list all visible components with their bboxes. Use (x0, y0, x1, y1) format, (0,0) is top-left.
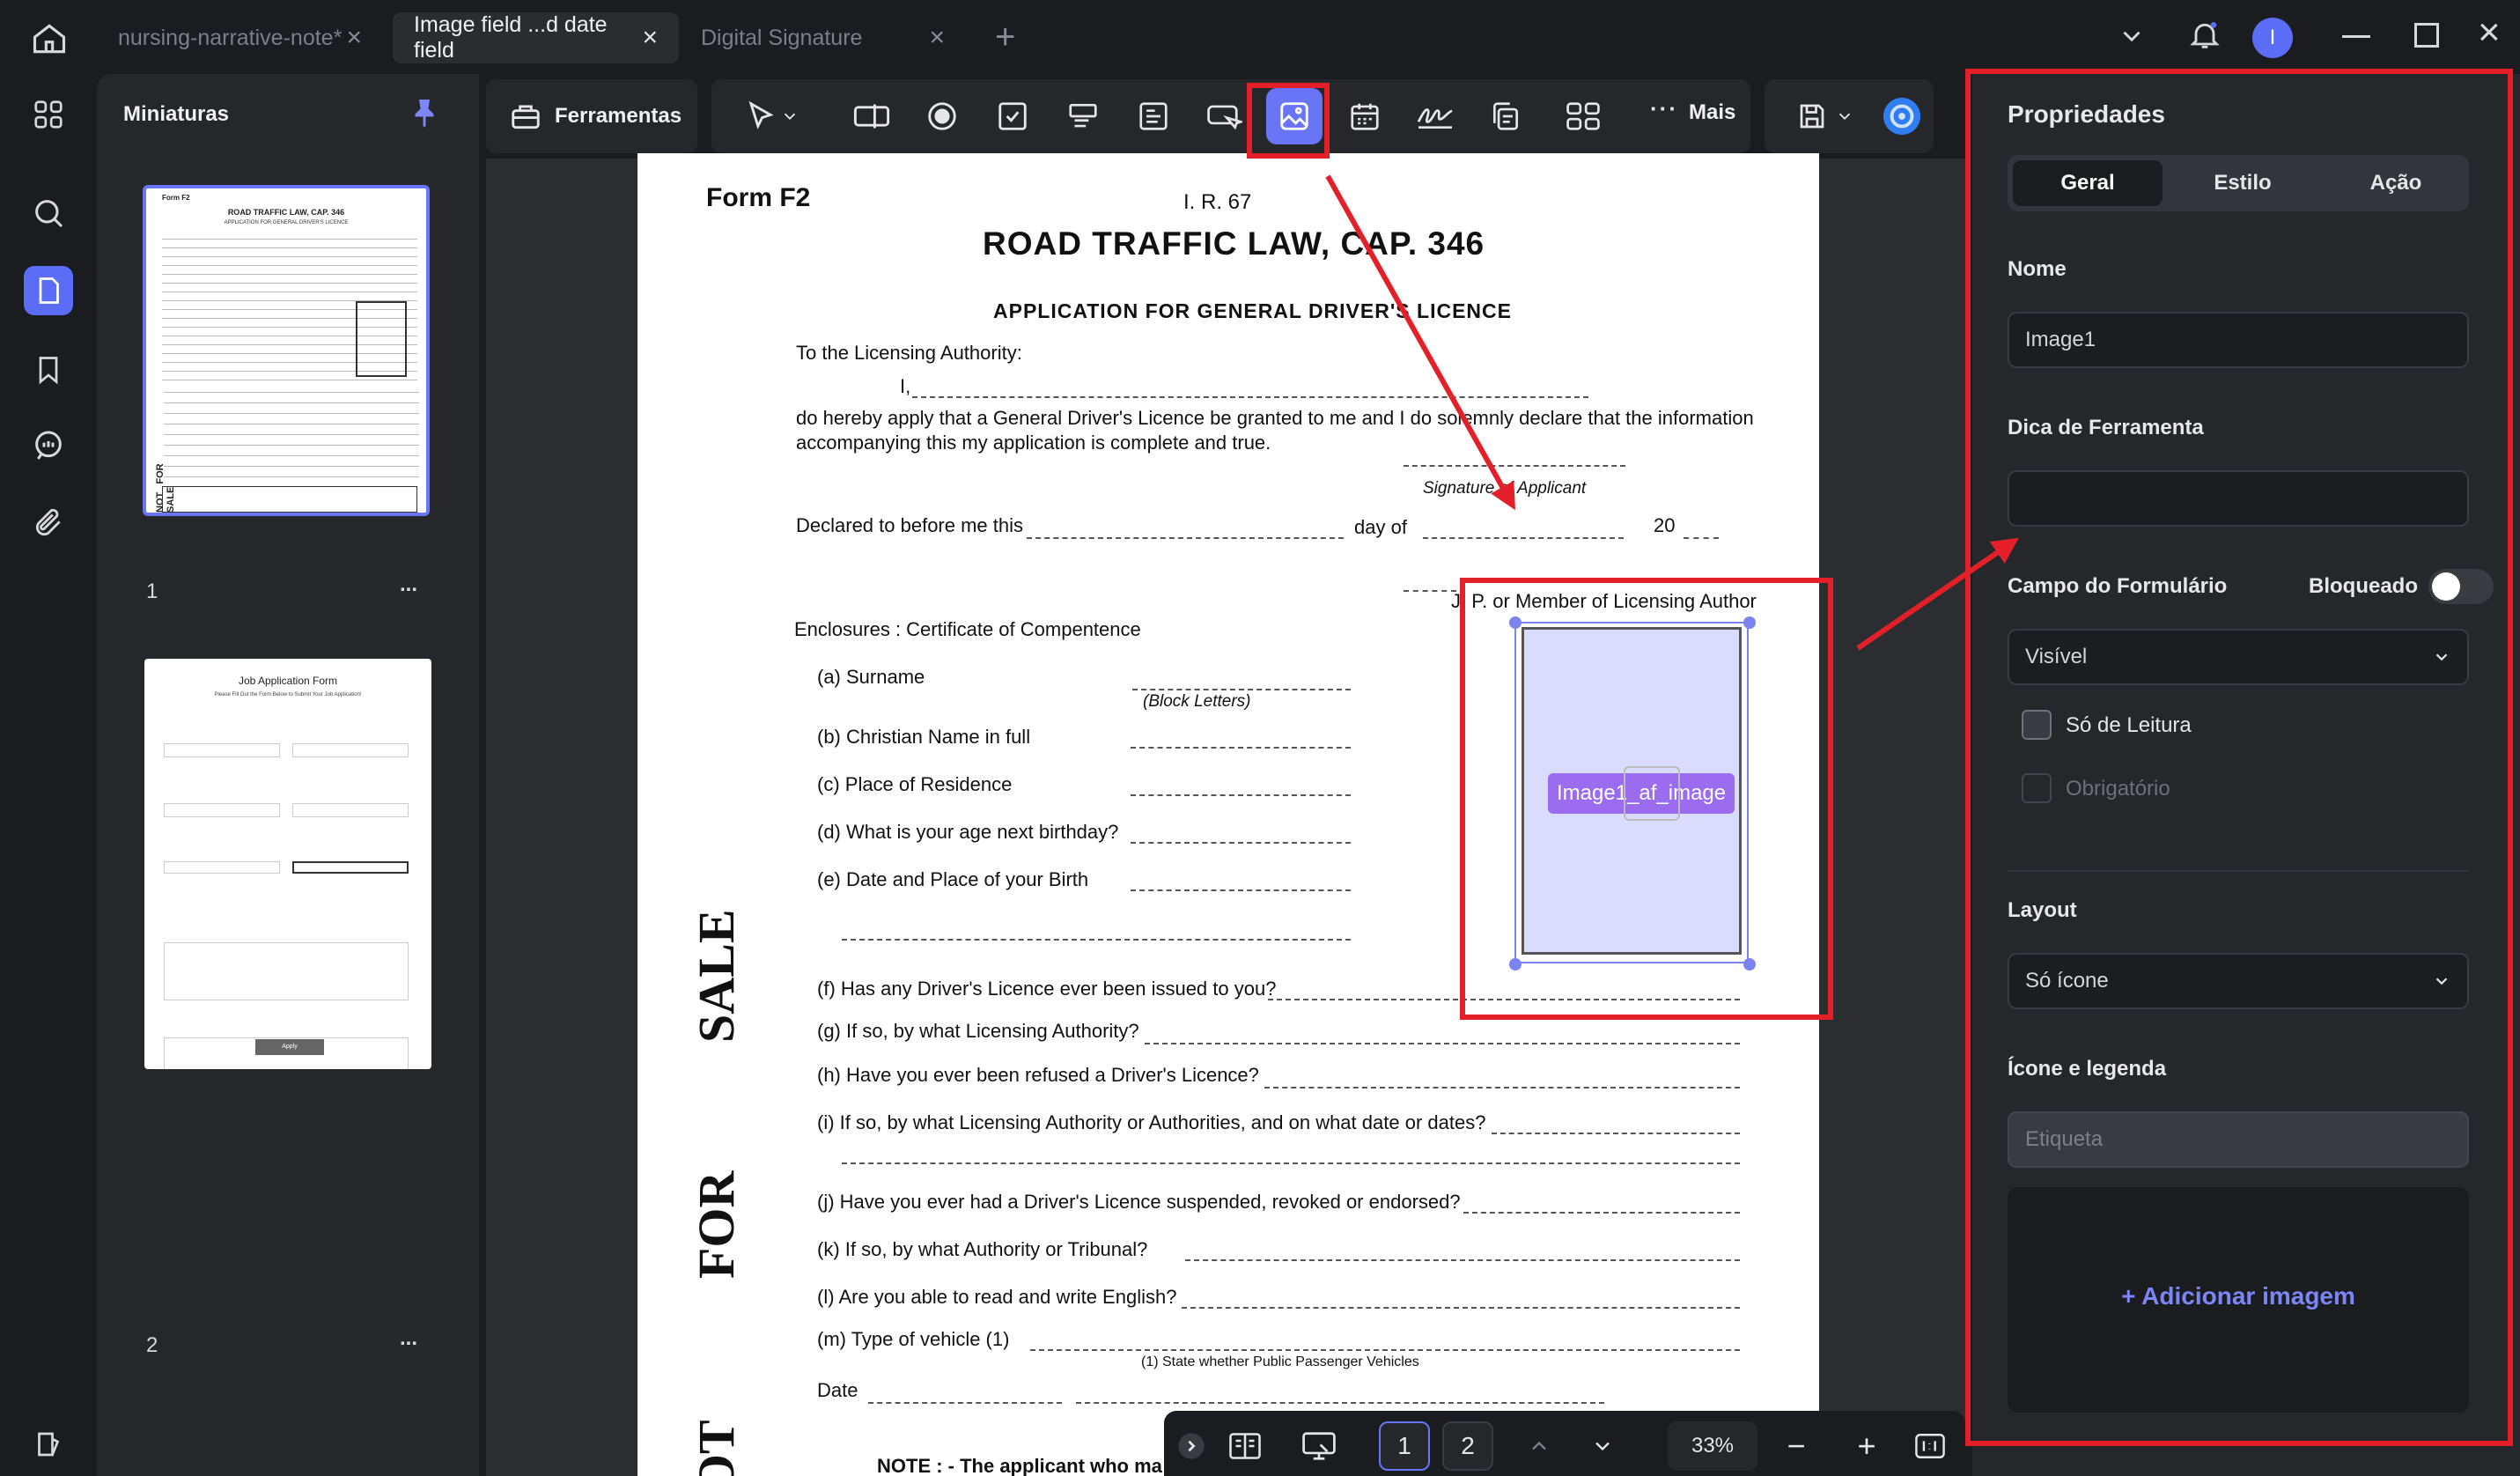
annotation-arrows (1325, 174, 2019, 651)
arrow-to-properties (1856, 537, 2019, 651)
arrow-to-image-field (1325, 174, 1515, 511)
